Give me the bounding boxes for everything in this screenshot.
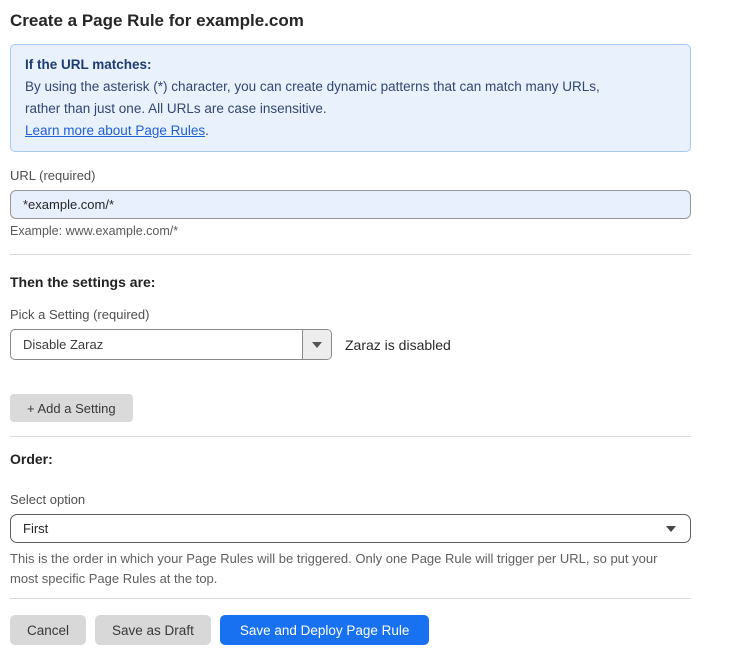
- footer-actions: Cancel Save as Draft Save and Deploy Pag…: [10, 615, 691, 645]
- page-title: Create a Page Rule for example.com: [10, 11, 691, 31]
- learn-more-page-rules-link[interactable]: Learn more about Page Rules: [25, 123, 205, 138]
- order-section-heading: Order:: [10, 451, 691, 467]
- setting-dropdown-value: Disable Zaraz: [11, 330, 302, 359]
- link-period: .: [205, 123, 209, 138]
- info-box-body-line-2: rather than just one. All URLs are case …: [25, 98, 676, 120]
- url-example-text: Example: www.example.com/*: [10, 224, 691, 238]
- chevron-down-icon: [666, 526, 676, 532]
- section-divider: [10, 598, 691, 599]
- chevron-down-icon: [312, 342, 322, 348]
- cancel-button[interactable]: Cancel: [10, 615, 86, 645]
- url-input[interactable]: [10, 190, 691, 219]
- info-box-link-line: Learn more about Page Rules.: [25, 120, 676, 142]
- setting-status-text: Zaraz is disabled: [345, 337, 451, 353]
- pick-setting-label: Pick a Setting (required): [10, 307, 691, 322]
- save-as-draft-button[interactable]: Save as Draft: [95, 615, 211, 645]
- info-box-heading: If the URL matches:: [25, 54, 676, 76]
- setting-dropdown-arrow-button[interactable]: [302, 330, 331, 359]
- order-help-line-2: most specific Page Rules at the top.: [10, 569, 691, 589]
- setting-row: Disable Zaraz Zaraz is disabled: [10, 329, 691, 360]
- order-select[interactable]: First: [10, 514, 691, 543]
- info-box-body-line-1: By using the asterisk (*) character, you…: [25, 76, 676, 98]
- url-match-info-box: If the URL matches: By using the asteris…: [10, 44, 691, 152]
- section-divider: [10, 254, 691, 255]
- order-help-text: This is the order in which your Page Rul…: [10, 549, 691, 589]
- setting-dropdown[interactable]: Disable Zaraz: [10, 329, 332, 360]
- order-select-label: Select option: [10, 492, 691, 507]
- save-and-deploy-button[interactable]: Save and Deploy Page Rule: [220, 615, 430, 645]
- section-divider: [10, 436, 691, 437]
- add-setting-button[interactable]: + Add a Setting: [10, 394, 133, 422]
- create-page-rule-form: Create a Page Rule for example.com If th…: [0, 0, 691, 645]
- settings-section-heading: Then the settings are:: [10, 274, 691, 290]
- order-select-value: First: [23, 521, 48, 536]
- url-field-label: URL (required): [10, 168, 691, 183]
- order-help-line-1: This is the order in which your Page Rul…: [10, 549, 691, 569]
